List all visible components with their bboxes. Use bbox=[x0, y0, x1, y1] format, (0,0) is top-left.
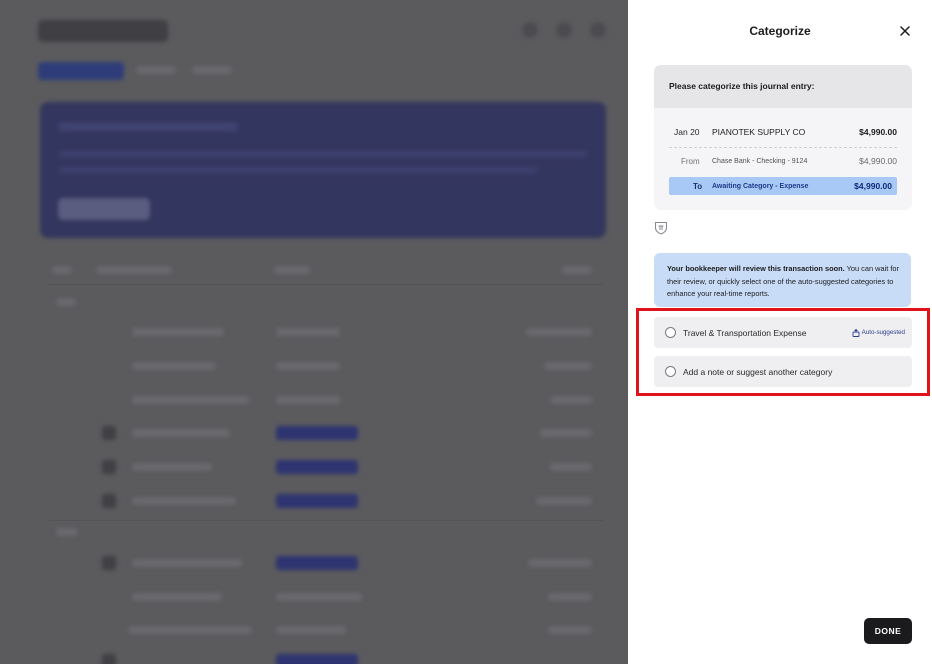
bg-icon-placeholder bbox=[522, 22, 538, 38]
bg-divider bbox=[48, 284, 604, 285]
entry-amount: $4,990.00 bbox=[859, 127, 897, 137]
bg-text-placeholder bbox=[276, 593, 362, 601]
bg-divider bbox=[48, 520, 604, 521]
close-icon bbox=[900, 26, 910, 36]
to-account: Awaiting Category - Expense bbox=[712, 182, 809, 190]
bookkeeper-notice: Your bookkeeper will review this transac… bbox=[654, 253, 911, 307]
bg-text-placeholder bbox=[56, 528, 78, 536]
bg-text-placeholder bbox=[276, 626, 346, 634]
journal-entry-card: Please categorize this journal entry: Ja… bbox=[654, 65, 912, 210]
notice-bold-text: Your bookkeeper will review this transac… bbox=[667, 264, 845, 273]
panel-title: Categorize bbox=[749, 24, 811, 38]
to-amount: $4,990.00 bbox=[854, 181, 892, 191]
categorize-panel: Categorize Please categorize this journa… bbox=[628, 0, 932, 664]
bg-icon-placeholder bbox=[102, 556, 116, 570]
to-label: To bbox=[693, 181, 703, 191]
bg-badge-placeholder bbox=[276, 654, 358, 664]
bg-text-placeholder bbox=[276, 396, 340, 404]
bg-text-placeholder bbox=[562, 266, 592, 274]
bg-tab-placeholder bbox=[38, 62, 124, 80]
bg-badge-placeholder bbox=[276, 426, 358, 440]
bg-text-placeholder bbox=[132, 362, 216, 370]
bg-text-placeholder bbox=[58, 122, 238, 132]
bg-icon-placeholder bbox=[102, 426, 116, 440]
entry-vendor: PIANOTEK SUPPLY CO bbox=[712, 127, 806, 137]
options-highlight-box bbox=[636, 308, 930, 396]
bg-text-placeholder bbox=[132, 497, 236, 505]
bg-icon-placeholder bbox=[102, 494, 116, 508]
bg-icon-placeholder bbox=[102, 654, 116, 664]
bg-button-placeholder bbox=[58, 198, 150, 220]
bg-text-placeholder bbox=[132, 593, 222, 601]
bg-icon-placeholder bbox=[556, 22, 572, 38]
bg-text-placeholder bbox=[276, 328, 340, 336]
bg-icon-placeholder bbox=[102, 460, 116, 474]
bg-text-placeholder bbox=[132, 396, 250, 404]
bg-text-placeholder bbox=[276, 362, 340, 370]
bg-text-placeholder bbox=[544, 362, 592, 370]
bg-text-placeholder bbox=[132, 328, 224, 336]
close-button[interactable] bbox=[896, 22, 914, 40]
bg-text-placeholder bbox=[56, 298, 76, 306]
bg-text-placeholder bbox=[96, 266, 172, 274]
background-app-overlay bbox=[0, 0, 628, 664]
bg-badge-placeholder bbox=[276, 460, 358, 474]
done-button[interactable]: DONE bbox=[864, 618, 912, 644]
bg-text-placeholder bbox=[58, 166, 538, 174]
from-account: Chase Bank - Checking - 9124 bbox=[712, 157, 808, 165]
from-label: From bbox=[681, 156, 700, 166]
bg-text-placeholder bbox=[548, 626, 592, 634]
from-amount: $4,990.00 bbox=[859, 156, 897, 166]
bg-text-placeholder bbox=[132, 429, 230, 437]
bg-badge-placeholder bbox=[276, 556, 358, 570]
bg-tab-placeholder bbox=[192, 66, 232, 74]
bg-text-placeholder bbox=[132, 463, 212, 471]
bg-tab-placeholder bbox=[136, 66, 176, 74]
bg-icon-placeholder bbox=[590, 22, 606, 38]
journal-entry-main-row: Jan 20 PIANOTEK SUPPLY CO $4,990.00 bbox=[669, 127, 897, 137]
bg-text-placeholder bbox=[528, 559, 592, 567]
bg-text-placeholder bbox=[52, 266, 72, 274]
journal-entry-from-row: From Chase Bank - Checking - 9124 $4,990… bbox=[669, 156, 897, 166]
journal-entry-heading: Please categorize this journal entry: bbox=[654, 65, 912, 108]
bg-text-placeholder bbox=[540, 429, 592, 437]
bg-text-placeholder bbox=[548, 593, 592, 601]
bg-text-placeholder bbox=[128, 626, 252, 634]
bg-text-placeholder bbox=[550, 396, 592, 404]
bookkeeper-shield-icon bbox=[654, 221, 668, 235]
entry-date: Jan 20 bbox=[674, 127, 700, 137]
bg-text-placeholder bbox=[132, 559, 242, 567]
bg-text-placeholder bbox=[550, 463, 592, 471]
bg-text-placeholder bbox=[274, 266, 310, 274]
bg-text-placeholder bbox=[58, 150, 588, 158]
bg-page-title-placeholder bbox=[38, 20, 168, 42]
bg-text-placeholder bbox=[526, 328, 592, 336]
bg-text-placeholder bbox=[536, 497, 592, 505]
journal-entry-to-row: To Awaiting Category - Expense $4,990.00 bbox=[669, 177, 897, 195]
bg-badge-placeholder bbox=[276, 494, 358, 508]
entry-divider bbox=[669, 147, 897, 148]
